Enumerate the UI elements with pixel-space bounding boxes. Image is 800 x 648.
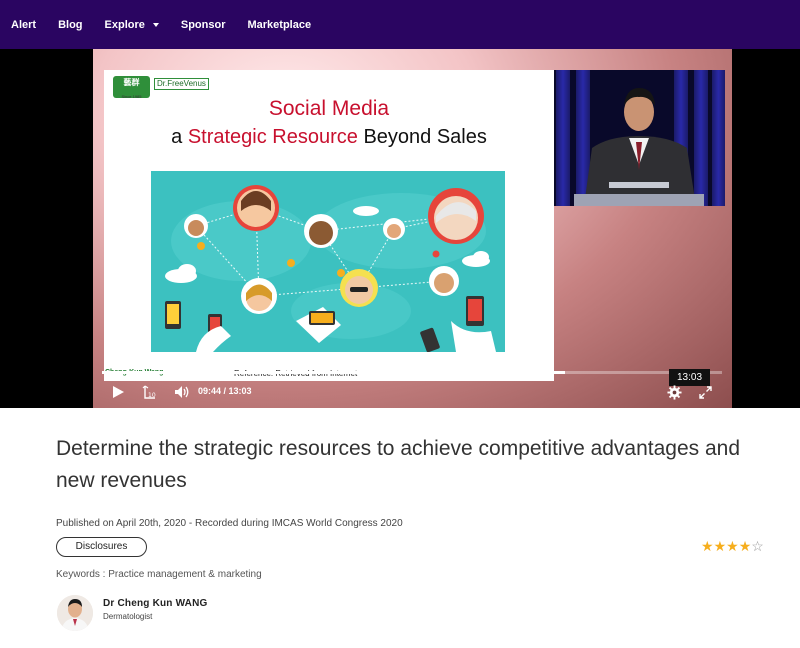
nav-item-marketplace[interactable]: Marketplace (248, 19, 312, 31)
play-button[interactable] (112, 385, 125, 404)
slide-title-accent: Strategic Resource (187, 126, 358, 148)
caret-down-icon (152, 22, 159, 27)
time-readout: 09:44 / 13:03 (198, 386, 252, 396)
nav-item-label: Explore (104, 18, 145, 31)
top-navigation: Alert Blog Explore Sponsor Marketplace (0, 0, 800, 49)
play-icon (113, 386, 124, 398)
volume-button[interactable] (174, 385, 190, 404)
slide-title-line2: a Strategic Resource Beyond Sales (104, 126, 554, 149)
progress-fill (102, 371, 565, 374)
star-filled-icon[interactable]: ★ (714, 538, 727, 554)
nav-item-label: Sponsor (180, 18, 226, 31)
speaker-camera-feed (554, 70, 725, 206)
nav-item-alert[interactable]: Alert (11, 19, 36, 31)
star-filled-icon[interactable]: ★ (739, 538, 752, 554)
nav-item-label: Marketplace (247, 18, 312, 31)
speaker-portrait (57, 595, 93, 631)
nav-item-sponsor[interactable]: Sponsor (181, 19, 226, 31)
star-filled-icon[interactable]: ★ (701, 538, 714, 554)
slide-title-prefix: a (171, 126, 188, 148)
disclosures-button[interactable]: Disclosures (56, 537, 147, 557)
star-empty-icon[interactable]: ☆ (751, 538, 764, 554)
nav-item-explore[interactable]: Explore (105, 19, 159, 31)
presentation-slide: 藝群 Since 1985 Dr.FreeVenus Social Media … (104, 70, 554, 381)
speaker-video-image (554, 70, 725, 206)
duration: 13:03 (228, 386, 252, 396)
time-separator: / (221, 386, 229, 396)
video-player[interactable]: 藝群 Since 1985 Dr.FreeVenus Social Media … (0, 49, 800, 408)
progress-bar[interactable] (102, 371, 722, 374)
current-time: 09:44 (198, 386, 222, 396)
volume-icon (175, 386, 189, 398)
gear-icon (667, 385, 682, 400)
star-rating: ★ ★ ★ ★ ☆ (701, 538, 764, 554)
video-title: Determine the strategic resources to ach… (56, 437, 741, 492)
svg-text:10: 10 (148, 392, 156, 399)
seek-time-tooltip: 13:03 (669, 369, 710, 386)
social-network-graphic (165, 185, 496, 352)
expand-icon (699, 386, 712, 399)
star-filled-icon[interactable]: ★ (726, 538, 739, 554)
fullscreen-button[interactable] (699, 386, 712, 404)
rewind-10-icon: 10 (142, 385, 156, 399)
speaker-specialty: Dermatologist (103, 612, 153, 621)
social-network-illustration (151, 171, 505, 352)
nav-item-blog[interactable]: Blog (58, 19, 82, 31)
keywords: Keywords : Practice management & marketi… (56, 569, 262, 580)
slide-title-suffix: Beyond Sales (357, 126, 487, 148)
settings-button[interactable] (667, 385, 682, 405)
brand-logo: Dr.FreeVenus (154, 78, 209, 90)
nav-item-label: Alert (11, 18, 37, 31)
slide-title-line1: Social Media (268, 97, 390, 120)
published-info: Published on April 20th, 2020 - Recorded… (56, 518, 403, 529)
speaker-name[interactable]: Dr Cheng Kun WANG (103, 598, 208, 609)
nav-item-label: Blog (58, 18, 83, 31)
rewind-10-button[interactable]: 10 (142, 384, 158, 405)
speaker-avatar[interactable] (57, 595, 93, 631)
